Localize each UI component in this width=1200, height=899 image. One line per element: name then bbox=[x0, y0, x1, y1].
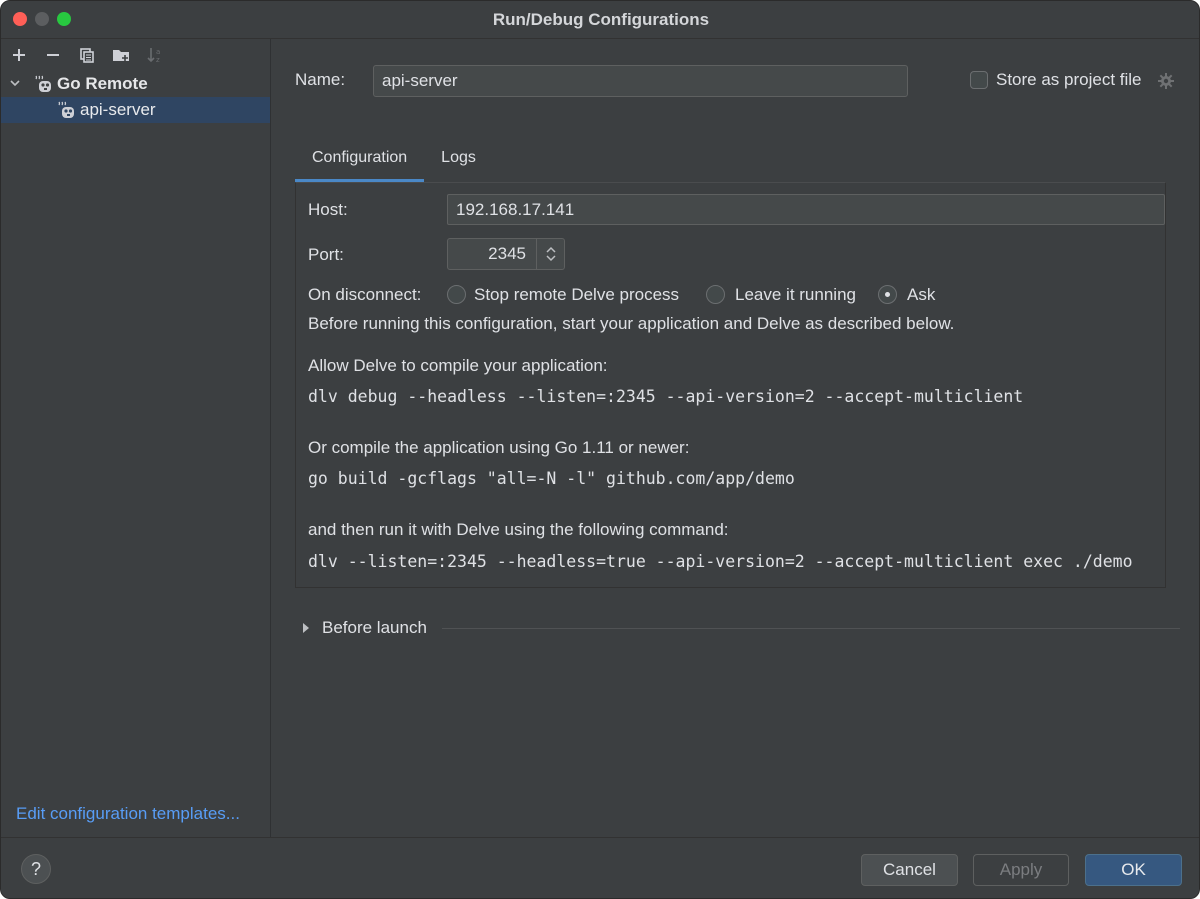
before-launch-divider bbox=[442, 628, 1180, 629]
sidebar-toolbar: az bbox=[1, 39, 270, 71]
before-launch-section[interactable]: Before launch bbox=[302, 618, 427, 638]
zoom-window-button[interactable] bbox=[57, 12, 71, 26]
window-title: Run/Debug Configurations bbox=[492, 9, 710, 29]
close-window-button[interactable] bbox=[13, 12, 27, 26]
sort-alpha-icon[interactable]: az bbox=[145, 45, 165, 65]
apply-button[interactable]: Apply bbox=[973, 854, 1069, 886]
window-controls bbox=[13, 12, 71, 26]
tree-item-api-server[interactable]: api-server bbox=[1, 97, 270, 123]
gear-icon[interactable] bbox=[1156, 71, 1176, 91]
minimize-window-button[interactable] bbox=[35, 12, 49, 26]
edit-templates-link[interactable]: Edit configuration templates... bbox=[16, 804, 240, 824]
store-as-project-file-label[interactable]: Store as project file bbox=[996, 70, 1142, 90]
chevron-up-icon[interactable] bbox=[545, 246, 556, 253]
tree-group-go-remote[interactable]: Go Remote bbox=[1, 71, 270, 97]
help-button[interactable]: ? bbox=[21, 854, 51, 884]
port-value: 2345 bbox=[488, 244, 526, 263]
tree-group-label: Go Remote bbox=[57, 74, 148, 93]
radio-stop-remote[interactable] bbox=[447, 285, 466, 304]
name-field[interactable]: api-server bbox=[373, 65, 908, 97]
command-dlv-exec: dlv --listen=:2345 --headless=true --api… bbox=[308, 552, 1133, 571]
triangle-right-icon[interactable] bbox=[302, 622, 310, 634]
allow-compile-text: Allow Delve to compile your application: bbox=[308, 356, 608, 375]
radio-ask-label[interactable]: Ask bbox=[907, 285, 935, 305]
dialog-button-bar: ? Cancel Apply OK bbox=[1, 837, 1199, 898]
command-go-build: go build -gcflags "all=-N -l" github.com… bbox=[308, 469, 795, 488]
host-label: Host: bbox=[308, 200, 348, 219]
before-launch-label[interactable]: Before launch bbox=[322, 618, 427, 638]
port-label: Port: bbox=[308, 245, 344, 264]
radio-stop-remote-label[interactable]: Stop remote Delve process bbox=[474, 285, 679, 305]
intro-text: Before running this configuration, start… bbox=[308, 314, 955, 333]
minus-icon[interactable] bbox=[43, 45, 63, 65]
compile-go-text: Or compile the application using Go 1.11… bbox=[308, 438, 690, 457]
plus-icon[interactable] bbox=[9, 45, 29, 65]
configurations-sidebar: az Go Remote api-server Edit configurati… bbox=[1, 39, 271, 837]
configuration-editor: Name: api-server Store as project file C… bbox=[272, 39, 1199, 837]
store-as-project-file-checkbox[interactable] bbox=[970, 71, 988, 89]
configuration-panel: Host: 192.168.17.141 Port: 2345 On disco… bbox=[295, 182, 1166, 588]
run-with-delve-text: and then run it with Delve using the fol… bbox=[308, 520, 729, 539]
editor-tabs: Configuration Logs bbox=[295, 139, 493, 183]
cancel-button[interactable]: Cancel bbox=[861, 854, 958, 886]
command-dlv-debug: dlv debug --headless --listen=:2345 --ap… bbox=[308, 387, 1024, 406]
run-debug-dialog: Run/Debug Configurations az Go Remote ap… bbox=[0, 0, 1200, 899]
host-field[interactable]: 192.168.17.141 bbox=[447, 194, 1165, 225]
chevron-down-icon[interactable] bbox=[545, 255, 556, 262]
radio-ask[interactable] bbox=[878, 285, 897, 304]
radio-leave-running-label[interactable]: Leave it running bbox=[735, 285, 856, 305]
go-remote-icon bbox=[56, 100, 76, 120]
ok-button[interactable]: OK bbox=[1085, 854, 1182, 886]
name-label: Name: bbox=[295, 70, 346, 89]
chevron-down-icon[interactable] bbox=[9, 77, 23, 92]
copy-icon[interactable] bbox=[77, 45, 97, 65]
tab-logs[interactable]: Logs bbox=[424, 139, 493, 182]
configuration-tree: Go Remote api-server bbox=[1, 71, 270, 123]
port-stepper[interactable]: 2345 bbox=[447, 238, 565, 270]
svg-text:z: z bbox=[156, 56, 160, 64]
radio-leave-running[interactable] bbox=[706, 285, 725, 304]
port-spinner[interactable] bbox=[536, 239, 564, 269]
tab-configuration[interactable]: Configuration bbox=[295, 139, 425, 182]
title-bar: Run/Debug Configurations bbox=[1, 1, 1199, 39]
tree-item-label: api-server bbox=[80, 100, 156, 119]
go-remote-icon bbox=[33, 74, 53, 94]
new-folder-icon[interactable] bbox=[111, 45, 131, 65]
on-disconnect-label: On disconnect: bbox=[308, 285, 422, 304]
svg-text:a: a bbox=[156, 48, 160, 56]
